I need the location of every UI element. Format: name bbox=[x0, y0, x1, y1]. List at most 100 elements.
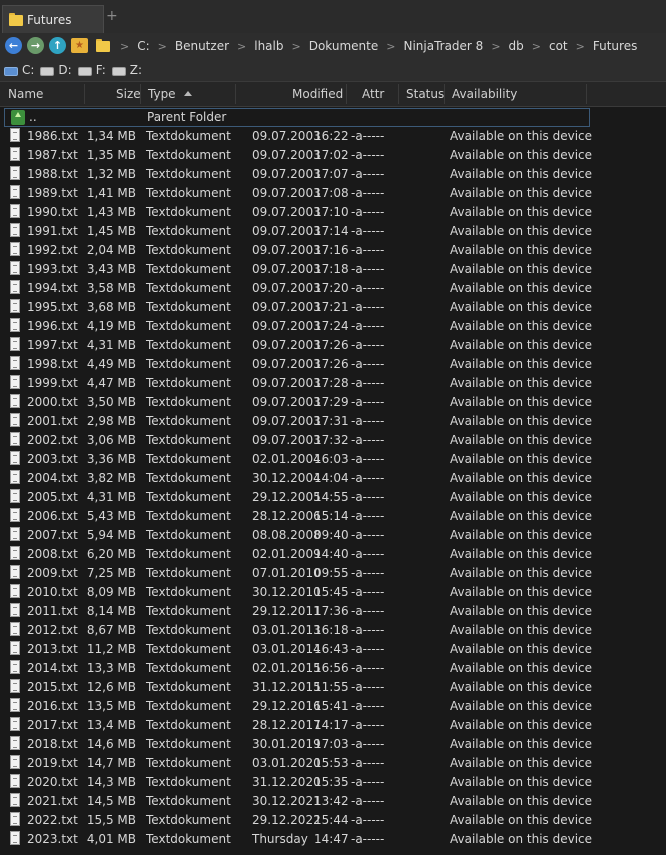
breadcrumb-item[interactable]: NinjaTrader 8 bbox=[403, 39, 483, 53]
file-name: 1999.txt bbox=[27, 376, 78, 390]
file-row[interactable]: 1999.txt 4,47 MB Textdokument 09.07.2003 17:… bbox=[0, 374, 666, 393]
file-time: 11:55 bbox=[314, 680, 349, 694]
drive-button[interactable]: Z: bbox=[111, 63, 142, 77]
column-name[interactable]: Name bbox=[8, 87, 43, 101]
file-row[interactable]: 1992.txt 2,04 MB Textdokument 09.07.2003 17:… bbox=[0, 241, 666, 260]
file-attr: -a----- bbox=[351, 756, 385, 770]
breadcrumb-item[interactable]: C: bbox=[137, 39, 149, 53]
file-row[interactable]: 1997.txt 4,31 MB Textdokument 09.07.2003 17:… bbox=[0, 336, 666, 355]
breadcrumb-item[interactable]: cot bbox=[549, 39, 568, 53]
file-row[interactable]: 2022.txt 15,5 MB Textdokument 29.12.2022 15:… bbox=[0, 811, 666, 830]
breadcrumb-item[interactable]: Benutzer bbox=[175, 39, 229, 53]
file-row[interactable]: 2007.txt 5,94 MB Textdokument 08.08.2008 09:… bbox=[0, 526, 666, 545]
file-type: Textdokument bbox=[146, 262, 231, 276]
file-row[interactable]: 2019.txt 14,7 MB Textdokument 03.01.2020 15:… bbox=[0, 754, 666, 773]
file-row[interactable]: 1988.txt 1,32 MB Textdokument 09.07.2003 17:… bbox=[0, 165, 666, 184]
drive-button[interactable]: D: bbox=[40, 63, 72, 77]
file-row[interactable]: 1993.txt 3,43 MB Textdokument 09.07.2003 17:… bbox=[0, 260, 666, 279]
file-row[interactable]: 2013.txt 11,2 MB Textdokument 03.01.2014 16:… bbox=[0, 640, 666, 659]
file-row[interactable]: 2009.txt 7,25 MB Textdokument 07.01.2010 09:… bbox=[0, 564, 666, 583]
chevron-right-icon[interactable]: > bbox=[491, 40, 500, 53]
file-name: 2010.txt bbox=[27, 585, 78, 599]
file-row[interactable]: 2001.txt 2,98 MB Textdokument 09.07.2003 17:… bbox=[0, 412, 666, 431]
file-row[interactable]: 1995.txt 3,68 MB Textdokument 09.07.2003 17:… bbox=[0, 298, 666, 317]
file-availability: Available on this device bbox=[450, 623, 593, 637]
tab-futures[interactable]: Futures bbox=[2, 5, 104, 33]
breadcrumb-item[interactable]: db bbox=[509, 39, 524, 53]
file-size: 3,58 MB bbox=[86, 281, 136, 295]
back-arrow-icon[interactable]: ← bbox=[5, 37, 22, 54]
chevron-right-icon[interactable]: > bbox=[576, 40, 585, 53]
file-row[interactable]: 2016.txt 13,5 MB Textdokument 29.12.2016 15:… bbox=[0, 697, 666, 716]
file-row[interactable]: 2018.txt 14,6 MB Textdokument 30.01.2019 17:… bbox=[0, 735, 666, 754]
column-attr[interactable]: Attr bbox=[362, 87, 384, 101]
file-size: 13,3 MB bbox=[86, 661, 136, 675]
file-row[interactable]: 2000.txt 3,50 MB Textdokument 09.07.2003 17:… bbox=[0, 393, 666, 412]
drive-button[interactable]: F: bbox=[77, 63, 106, 77]
file-row[interactable]: 2006.txt 5,43 MB Textdokument 28.12.2006 15:… bbox=[0, 507, 666, 526]
drive-button[interactable]: C: bbox=[4, 63, 34, 77]
file-date: 03.01.2020 bbox=[252, 756, 321, 770]
chevron-right-icon[interactable]: > bbox=[120, 40, 129, 53]
chevron-right-icon[interactable]: > bbox=[532, 40, 541, 53]
file-date: 28.12.2006 bbox=[252, 509, 321, 523]
file-row[interactable]: 2005.txt 4,31 MB Textdokument 29.12.2005 14:… bbox=[0, 488, 666, 507]
up-arrow-icon[interactable]: ↑ bbox=[49, 37, 66, 54]
file-size: 3,50 MB bbox=[86, 395, 136, 409]
address-bar[interactable]: > C: > Benutzer > lhalb > Dokumente > NinjaTrader… bbox=[96, 39, 637, 53]
file-size: 3,36 MB bbox=[86, 452, 136, 466]
file-attr: -a----- bbox=[351, 452, 385, 466]
file-size: 8,67 MB bbox=[86, 623, 136, 637]
column-availability[interactable]: Availability bbox=[452, 87, 517, 101]
file-row[interactable]: 1987.txt 1,35 MB Textdokument 09.07.2003 17:… bbox=[0, 146, 666, 165]
file-row[interactable]: 2020.txt 14,3 MB Textdokument 31.12.2020 15:… bbox=[0, 773, 666, 792]
file-row[interactable]: 2008.txt 6,20 MB Textdokument 02.01.2009 14:… bbox=[0, 545, 666, 564]
chevron-right-icon[interactable]: > bbox=[158, 40, 167, 53]
file-row[interactable]: 2011.txt 8,14 MB Textdokument 29.12.2011 17:… bbox=[0, 602, 666, 621]
file-type: Textdokument bbox=[146, 509, 231, 523]
parent-folder-row[interactable]: .. Parent Folder bbox=[4, 108, 590, 127]
breadcrumb-item[interactable]: Futures bbox=[593, 39, 637, 53]
breadcrumb-item[interactable]: Dokumente bbox=[309, 39, 379, 53]
file-row[interactable]: 2010.txt 8,09 MB Textdokument 30.12.2010 15:… bbox=[0, 583, 666, 602]
file-date: 09.07.2003 bbox=[252, 186, 321, 200]
column-status[interactable]: Status bbox=[406, 87, 444, 101]
forward-arrow-icon[interactable]: → bbox=[27, 37, 44, 54]
file-attr: -a----- bbox=[351, 262, 385, 276]
column-type[interactable]: Type bbox=[148, 87, 192, 101]
file-size: 8,14 MB bbox=[86, 604, 136, 618]
file-row[interactable]: 1990.txt 1,43 MB Textdokument 09.07.2003 17:… bbox=[0, 203, 666, 222]
breadcrumb-item[interactable]: lhalb bbox=[254, 39, 283, 53]
file-attr: -a----- bbox=[351, 338, 385, 352]
file-row[interactable]: 2002.txt 3,06 MB Textdokument 09.07.2003 17:… bbox=[0, 431, 666, 450]
file-row[interactable]: 1991.txt 1,45 MB Textdokument 09.07.2003 17:… bbox=[0, 222, 666, 241]
file-row[interactable]: 2003.txt 3,36 MB Textdokument 02.01.2004 16:… bbox=[0, 450, 666, 469]
chevron-right-icon[interactable]: > bbox=[291, 40, 300, 53]
file-row[interactable]: 2021.txt 14,5 MB Textdokument 30.12.2021 13:… bbox=[0, 792, 666, 811]
text-file-icon bbox=[10, 527, 20, 541]
column-size[interactable]: Size bbox=[116, 87, 141, 101]
file-date: 29.12.2022 bbox=[252, 813, 321, 827]
chevron-right-icon[interactable]: > bbox=[237, 40, 246, 53]
file-row[interactable]: 1998.txt 4,49 MB Textdokument 09.07.2003 17:… bbox=[0, 355, 666, 374]
file-row[interactable]: 2012.txt 8,67 MB Textdokument 03.01.2013 16:… bbox=[0, 621, 666, 640]
file-size: 14,6 MB bbox=[86, 737, 136, 751]
favorites-star-icon[interactable]: ★ bbox=[71, 38, 88, 53]
file-row[interactable]: 1994.txt 3,58 MB Textdokument 09.07.2003 17:… bbox=[0, 279, 666, 298]
file-attr: -a----- bbox=[351, 547, 385, 561]
file-type: Textdokument bbox=[146, 661, 231, 675]
column-modified[interactable]: Modified bbox=[292, 87, 343, 101]
file-row[interactable]: 1989.txt 1,41 MB Textdokument 09.07.2003 17:… bbox=[0, 184, 666, 203]
file-time: 16:43 bbox=[314, 642, 349, 656]
file-row[interactable]: 1996.txt 4,19 MB Textdokument 09.07.2003 17:… bbox=[0, 317, 666, 336]
file-row[interactable]: 2014.txt 13,3 MB Textdokument 02.01.2015 16:… bbox=[0, 659, 666, 678]
file-row[interactable]: 1986.txt 1,34 MB Textdokument 09.07.2003 16:… bbox=[0, 127, 666, 146]
file-row[interactable]: 2017.txt 13,4 MB Textdokument 28.12.2017 14:… bbox=[0, 716, 666, 735]
file-row[interactable]: 2023.txt 4,01 MB Textdokument Thursday 14:47… bbox=[0, 830, 666, 849]
chevron-right-icon[interactable]: > bbox=[386, 40, 395, 53]
file-row[interactable]: 2004.txt 3,82 MB Textdokument 30.12.2004 14:… bbox=[0, 469, 666, 488]
file-name: 1995.txt bbox=[27, 300, 78, 314]
new-tab-button[interactable]: + bbox=[106, 8, 118, 24]
file-row[interactable]: 2015.txt 12,6 MB Textdokument 31.12.2015 11:… bbox=[0, 678, 666, 697]
file-name: 2006.txt bbox=[27, 509, 78, 523]
